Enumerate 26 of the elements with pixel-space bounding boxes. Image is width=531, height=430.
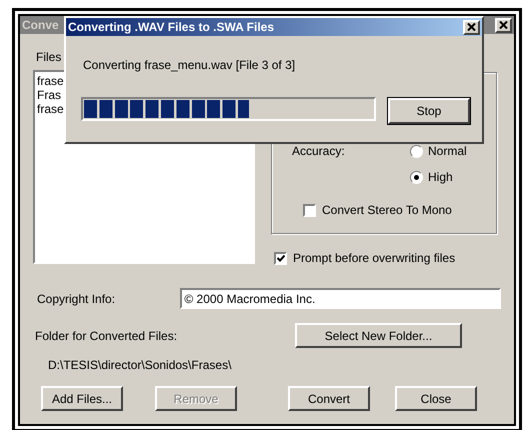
folder-path: D:\TESIS\director\Sonidos\Frases\ [47, 357, 232, 374]
field-label: Accuracy: [292, 143, 346, 160]
field-label: Files [35, 49, 62, 62]
field-label: Copyright Info: [36, 290, 116, 308]
dialog-title: Converting .WAV Files to .SWA Files [68, 19, 274, 36]
button[interactable]: Add Files... [41, 386, 123, 411]
stop-button[interactable]: Stop [388, 98, 470, 124]
checkbox-label: Prompt before overwriting files [293, 250, 456, 267]
window-title: Conve [22, 17, 59, 34]
close-button[interactable] [495, 18, 512, 32]
close-icon [499, 21, 508, 29]
close-button[interactable] [463, 20, 480, 34]
checkbox[interactable] [303, 204, 316, 216]
check-icon [276, 254, 284, 262]
checkbox[interactable] [274, 252, 287, 264]
checkbox-label: Convert Stereo To Mono [322, 202, 452, 219]
close-icon [467, 23, 476, 31]
button[interactable]: Convert [288, 386, 370, 411]
radio-button[interactable] [410, 170, 423, 184]
radio-label: High [428, 169, 453, 186]
radio-button[interactable] [410, 144, 423, 158]
radio-label: Normal [428, 143, 467, 160]
copyright-field[interactable]: © 2000 Macromedia Inc. [180, 288, 501, 309]
button[interactable]: Close [395, 386, 477, 411]
select-folder-button[interactable]: Select New Folder... [295, 323, 462, 348]
field-label: Folder for Converted Files: [34, 328, 178, 344]
